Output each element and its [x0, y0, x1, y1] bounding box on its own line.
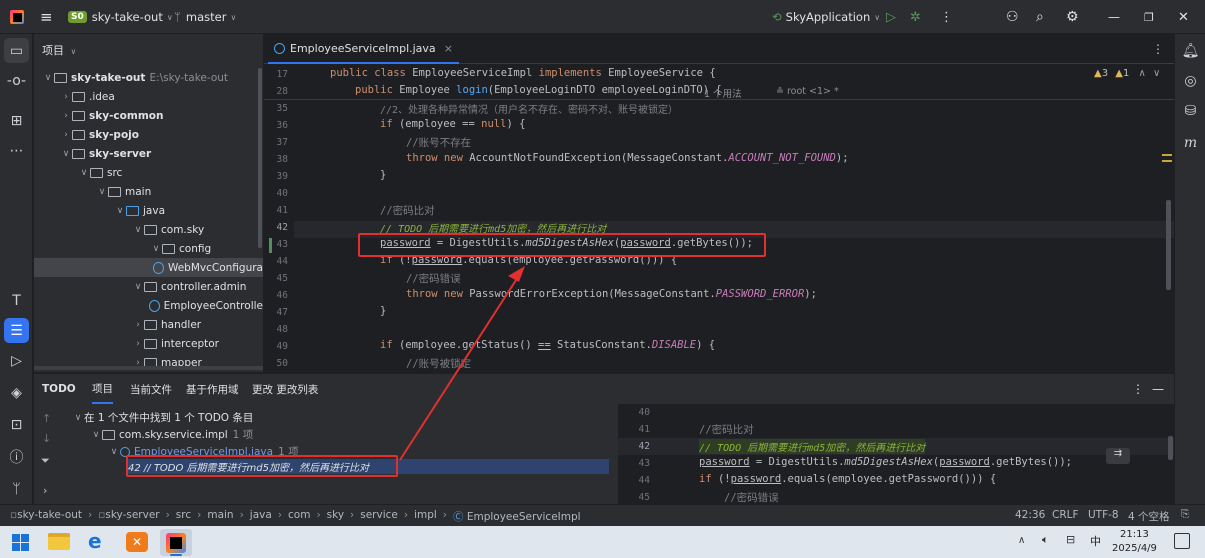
- file-encoding[interactable]: UTF-8: [1088, 509, 1119, 521]
- breadcrumb-item[interactable]: ▫sky-take-out: [10, 509, 82, 524]
- caret-position[interactable]: 42:36: [1015, 509, 1045, 521]
- breadcrumb-item[interactable]: impl: [414, 509, 437, 524]
- breadcrumb-item[interactable]: main: [207, 509, 233, 524]
- breadcrumb-item[interactable]: java: [250, 509, 272, 524]
- annotation-arrow: [399, 266, 525, 461]
- breadcrumb-item[interactable]: Ⓒ EmployeeServiceImpl: [453, 509, 581, 524]
- tray-chevron-icon[interactable]: ∧: [1018, 535, 1025, 546]
- windows-taskbar: e ✕ ∧ 🔈︎ ⊟ 中 21:13 2025/4/9: [0, 526, 1205, 558]
- breadcrumb-label: sky-take-out: [17, 509, 83, 521]
- active-indicator: [170, 554, 182, 556]
- breadcrumb-item[interactable]: sky: [327, 509, 344, 524]
- breadcrumb-item[interactable]: service: [360, 509, 398, 524]
- edge-browser-icon[interactable]: e: [88, 529, 102, 553]
- breadcrumb-item[interactable]: src: [176, 509, 191, 524]
- xampp-icon[interactable]: ✕: [126, 532, 148, 552]
- intellij-app-icon: [166, 533, 186, 553]
- line-separator[interactable]: CRLF: [1052, 509, 1079, 521]
- windows-start-icon[interactable]: [12, 534, 29, 551]
- indent-setting[interactable]: 4 个空格: [1128, 509, 1170, 524]
- clock-time: 21:13: [1120, 529, 1149, 540]
- breadcrumb-item[interactable]: ▫sky-server: [98, 509, 159, 524]
- read-only-lock-icon[interactable]: ⎘: [1181, 508, 1189, 521]
- breadcrumb-label: sky-server: [105, 509, 160, 521]
- clock-date: 2025/4/9: [1112, 543, 1157, 554]
- notification-center-icon[interactable]: [1174, 533, 1190, 549]
- network-icon[interactable]: ⊟: [1066, 533, 1075, 546]
- status-bar: ▫sky-take-out › ▫sky-server › src › main › j…: [0, 504, 1205, 526]
- volume-icon[interactable]: 🔈︎: [1042, 533, 1049, 547]
- intellij-taskbar-button[interactable]: [160, 529, 192, 556]
- file-explorer-icon[interactable]: [48, 533, 70, 550]
- clock[interactable]: 21:13 2025/4/9: [1112, 528, 1157, 556]
- ime-indicator[interactable]: 中: [1090, 533, 1101, 549]
- breadcrumb-label: EmployeeServiceImpl: [466, 511, 581, 523]
- breadcrumb-item[interactable]: com: [288, 509, 310, 524]
- breadcrumb: ▫sky-take-out › ▫sky-server › src › main › j…: [10, 509, 581, 524]
